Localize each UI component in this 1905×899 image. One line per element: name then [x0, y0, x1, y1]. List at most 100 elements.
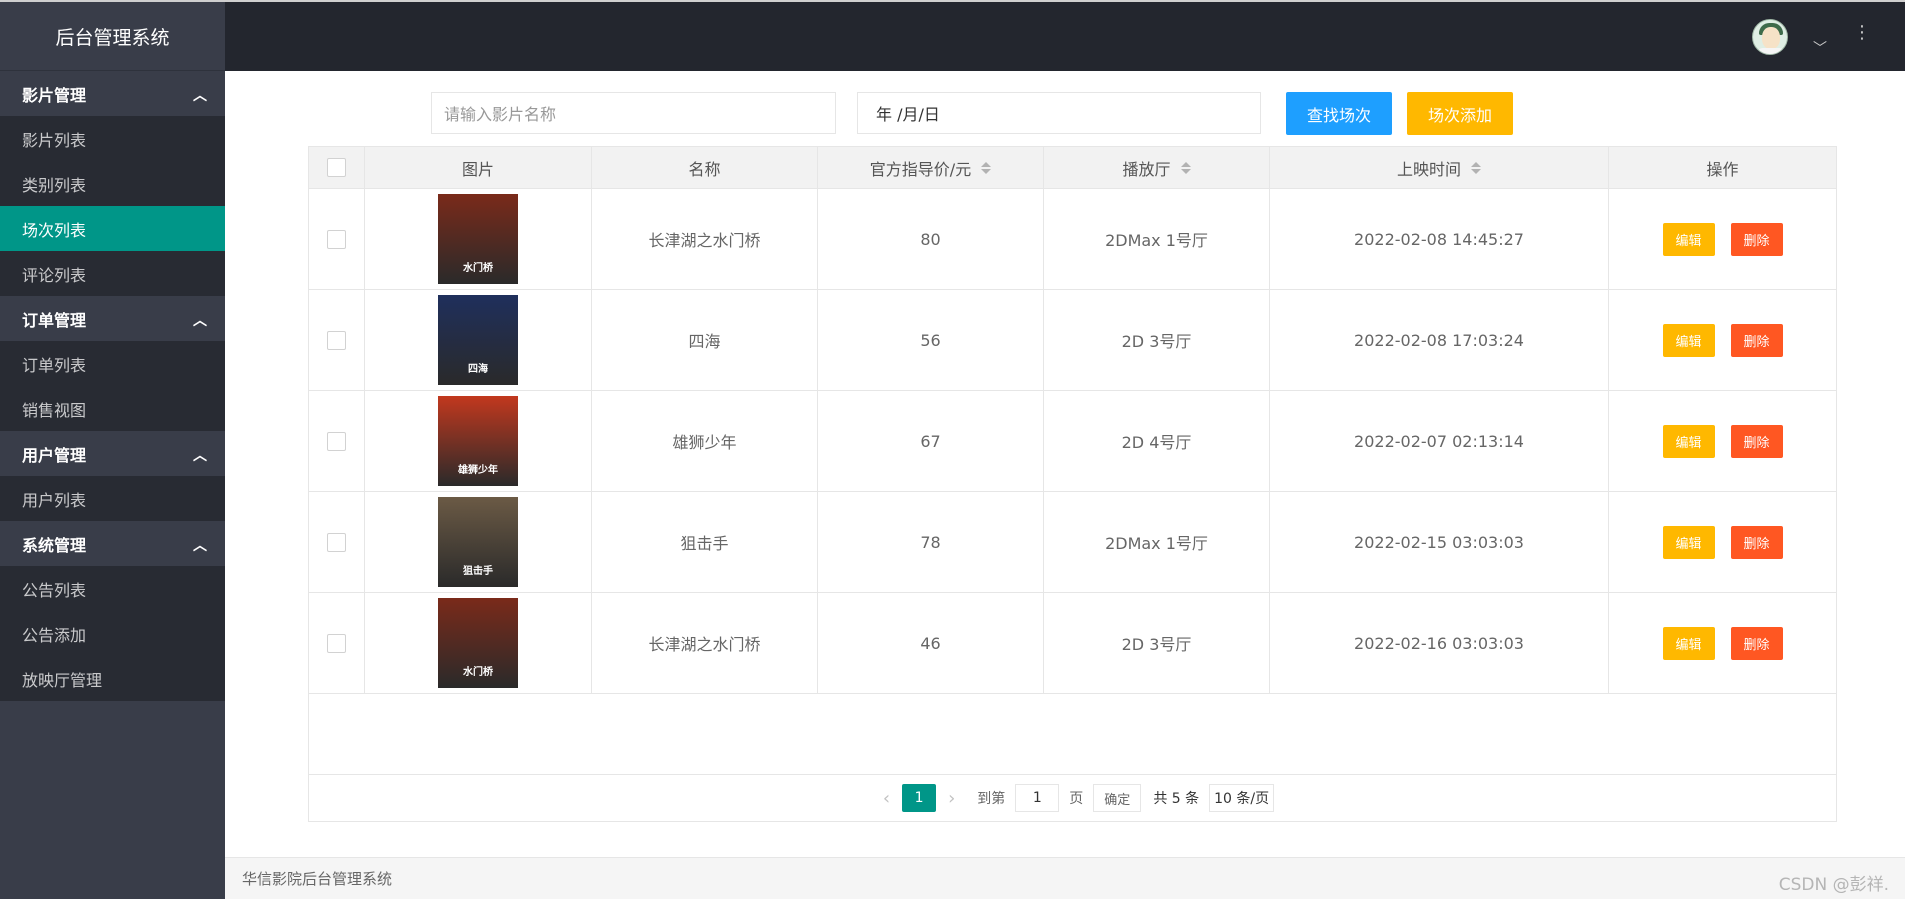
main-content: 请输入影片名称 年 /月/日 查找场次 场次添加 图片 名称 官方指导价/元 播… [225, 71, 1905, 857]
nav-group-label: 订单管理 [22, 310, 87, 330]
edit-button[interactable]: 编辑 [1662, 424, 1715, 458]
row-checkbox[interactable] [327, 330, 346, 350]
date-value: 年 /月/日 [876, 105, 940, 124]
col-time-label: 上映时间 [1396, 159, 1461, 179]
sidebar-item-film-list[interactable]: 影片列表 [0, 116, 225, 161]
film-time: 2022-02-08 14:45:27 [1270, 189, 1609, 289]
find-session-button[interactable]: 查找场次 [1286, 92, 1392, 135]
delete-button[interactable]: 删除 [1730, 525, 1783, 559]
footer-text: 华信影院后台管理系统 [242, 870, 393, 888]
sidebar-item-user-list[interactable]: 用户列表 [0, 476, 225, 521]
film-time: 2022-02-08 17:03:24 [1270, 290, 1609, 390]
goto-label: 到第 [977, 791, 1006, 807]
film-price: 56 [818, 290, 1044, 390]
col-image: 图片 [365, 147, 592, 188]
col-price-label: 官方指导价/元 [869, 159, 972, 179]
edit-button[interactable]: 编辑 [1662, 525, 1715, 559]
film-name: 长津湖之水门桥 [592, 189, 818, 289]
more-vertical-icon[interactable]: ⋮ [1853, 24, 1871, 42]
sidebar-item-notice-list[interactable]: 公告列表 [0, 566, 225, 611]
film-hall: 2D 3号厅 [1044, 593, 1270, 693]
pagination: ‹ 1 › 到第 1 页 确定 共 5 条 10 条/页 [309, 774, 1836, 821]
delete-button[interactable]: 删除 [1730, 626, 1783, 660]
app-title: 后台管理系统 [0, 2, 225, 71]
page-unit-label: 页 [1069, 791, 1084, 807]
row-checkbox[interactable] [327, 532, 346, 552]
table-row: 雄狮少年 雄狮少年 67 2D 4号厅 2022-02-07 02:13:14 … [309, 391, 1836, 492]
film-name: 狙击手 [592, 492, 818, 592]
film-name: 长津湖之水门桥 [592, 593, 818, 693]
film-time: 2022-02-07 02:13:14 [1270, 391, 1609, 491]
nav-group-user[interactable]: 用户管理 ︿ [0, 431, 225, 476]
edit-button[interactable]: 编辑 [1662, 222, 1715, 256]
chevron-right-icon[interactable]: › [948, 788, 955, 809]
col-hall[interactable]: 播放厅 [1044, 147, 1270, 188]
film-hall: 2D 3号厅 [1044, 290, 1270, 390]
film-poster: 水门桥 [438, 194, 518, 284]
film-hall: 2D 4号厅 [1044, 391, 1270, 491]
film-price: 80 [818, 189, 1044, 289]
page-current[interactable]: 1 [902, 784, 937, 812]
page-size-select[interactable]: 10 条/页 [1209, 784, 1275, 812]
table-header: 图片 名称 官方指导价/元 播放厅 上映时间 操作 [309, 147, 1836, 189]
search-placeholder: 请输入影片名称 [444, 105, 557, 124]
nav-group-label: 系统管理 [22, 535, 87, 555]
chevron-down-icon[interactable]: ﹀ [1813, 38, 1827, 58]
nav-group-system[interactable]: 系统管理 ︿ [0, 521, 225, 566]
film-price: 78 [818, 492, 1044, 592]
film-poster: 水门桥 [438, 598, 518, 688]
sidebar: 后台管理系统 影片管理 ︿ 影片列表 类别列表 场次列表 评论列表 订单管理 ︿… [0, 2, 225, 899]
footer: 华信影院后台管理系统 CSDN @彭祥. [225, 857, 1905, 899]
row-checkbox[interactable] [327, 431, 346, 451]
col-actions: 操作 [1706, 159, 1739, 179]
table-row: 四海 四海 56 2D 3号厅 2022-02-08 17:03:24 编辑 删除 [309, 290, 1836, 391]
chevron-up-icon: ︿ [193, 312, 207, 329]
sidebar-item-session-list[interactable]: 场次列表 [0, 206, 225, 251]
edit-button[interactable]: 编辑 [1662, 323, 1715, 357]
col-name: 名称 [592, 147, 818, 188]
table-row: 狙击手 狙击手 78 2DMax 1号厅 2022-02-15 03:03:03… [309, 492, 1836, 593]
row-checkbox[interactable] [327, 229, 346, 249]
sidebar-item-order-list[interactable]: 订单列表 [0, 341, 225, 386]
table-row: 水门桥 长津湖之水门桥 46 2D 3号厅 2022-02-16 03:03:0… [309, 593, 1836, 694]
user-avatar[interactable] [1752, 19, 1788, 55]
edit-button[interactable]: 编辑 [1662, 626, 1715, 660]
film-price: 67 [818, 391, 1044, 491]
date-input[interactable]: 年 /月/日 [857, 92, 1261, 134]
sidebar-item-category-list[interactable]: 类别列表 [0, 161, 225, 206]
delete-button[interactable]: 删除 [1730, 222, 1783, 256]
top-header: ﹀ ⋮ [225, 2, 1905, 71]
select-all-checkbox-cell [309, 147, 365, 188]
nav-group-label: 用户管理 [22, 445, 87, 465]
chevron-up-icon: ︿ [193, 537, 207, 554]
chevron-left-icon[interactable]: ‹ [883, 788, 890, 809]
sidebar-item-notice-add[interactable]: 公告添加 [0, 611, 225, 656]
film-time: 2022-02-16 03:03:03 [1270, 593, 1609, 693]
sidebar-item-hall-manage[interactable]: 放映厅管理 [0, 656, 225, 701]
page-number-input[interactable]: 1 [1015, 784, 1060, 812]
table-body: 水门桥 长津湖之水门桥 80 2DMax 1号厅 2022-02-08 14:4… [309, 189, 1836, 694]
delete-button[interactable]: 删除 [1730, 424, 1783, 458]
nav-group-order[interactable]: 订单管理 ︿ [0, 296, 225, 341]
sidebar-item-comment-list[interactable]: 评论列表 [0, 251, 225, 296]
confirm-page-button[interactable]: 确定 [1093, 784, 1142, 812]
watermark: CSDN @彭祥. [1778, 875, 1889, 895]
film-name: 雄狮少年 [592, 391, 818, 491]
delete-button[interactable]: 删除 [1730, 323, 1783, 357]
add-session-button[interactable]: 场次添加 [1407, 92, 1513, 135]
sidebar-item-sales-view[interactable]: 销售视图 [0, 386, 225, 431]
film-poster: 狙击手 [438, 497, 518, 587]
nav-group-film[interactable]: 影片管理 ︿ [0, 71, 225, 116]
total-count: 共 5 条 [1153, 791, 1200, 807]
film-price: 46 [818, 593, 1044, 693]
row-checkbox[interactable] [327, 633, 346, 653]
sort-icon[interactable] [981, 161, 992, 174]
sort-icon[interactable] [1471, 161, 1481, 174]
select-all-checkbox[interactable] [327, 158, 346, 177]
film-name-search-input[interactable]: 请输入影片名称 [431, 92, 836, 134]
sort-icon[interactable] [1180, 161, 1191, 174]
col-time[interactable]: 上映时间 [1270, 147, 1609, 188]
session-table: 图片 名称 官方指导价/元 播放厅 上映时间 操作 水门桥 长津湖之水门桥 80… [308, 146, 1837, 822]
col-hall-label: 播放厅 [1122, 159, 1171, 179]
col-price[interactable]: 官方指导价/元 [818, 147, 1044, 188]
